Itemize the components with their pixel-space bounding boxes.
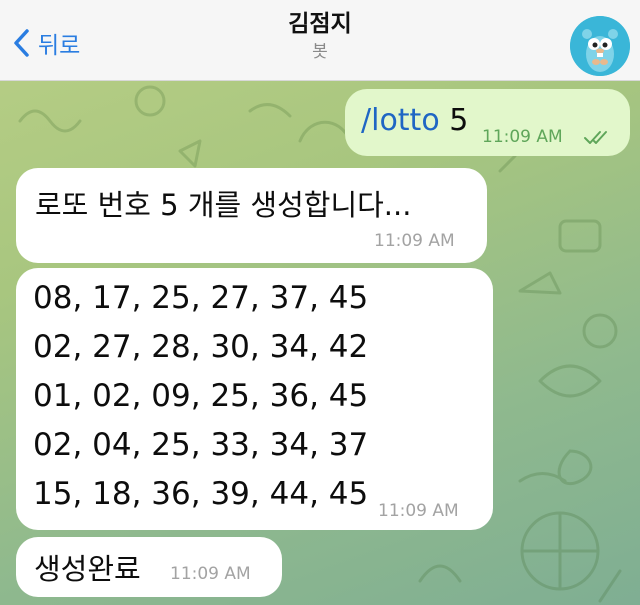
message-time: 11:09 AM (378, 501, 459, 521)
message-time: 11:09 AM (374, 231, 455, 251)
lotto-numbers-line: 08, 17, 25, 27, 37, 45 (33, 280, 369, 316)
done-message-text: 생성완료 (34, 552, 141, 586)
chat-header: 뒤로 김점지 봇 (0, 0, 640, 81)
incoming-message-bubble[interactable]: 생성완료 11:09 AM (16, 537, 282, 597)
double-check-icon (584, 131, 607, 144)
chat-subtitle: 봇 (312, 42, 328, 62)
gopher-avatar-icon (570, 16, 630, 76)
command-argument: 5 (439, 103, 469, 138)
lotto-numbers-line: 15, 18, 36, 39, 44, 45 (33, 476, 369, 512)
lotto-numbers-line: 01, 02, 09, 25, 36, 45 (33, 378, 369, 414)
incoming-message-bubble[interactable]: 08, 17, 25, 27, 37, 45 02, 27, 28, 30, 3… (16, 268, 493, 530)
chat-title-area[interactable]: 김점지 봇 (170, 8, 470, 64)
chat-screen: 뒤로 김점지 봇 /lotto 5 11:09 AM 로또 번호 5 개를 생성… (0, 0, 640, 605)
chat-title: 김점지 (288, 11, 352, 37)
message-time: 11:09 AM (170, 564, 251, 584)
back-label: 뒤로 (38, 33, 81, 59)
generating-message-text: 로또 번호 5 개를 생성합니다... (35, 188, 412, 222)
message-time: 11:09 AM (482, 127, 563, 147)
incoming-message-bubble[interactable]: 로또 번호 5 개를 생성합니다... 11:09 AM (16, 168, 487, 263)
chevron-left-icon (14, 29, 29, 57)
back-button[interactable]: 뒤로 (12, 26, 80, 60)
lotto-numbers-line: 02, 27, 28, 30, 34, 42 (33, 329, 369, 365)
lotto-numbers-line: 02, 04, 25, 33, 34, 37 (33, 427, 369, 463)
outgoing-message-text: /lotto 5 (361, 103, 468, 138)
outgoing-message-bubble[interactable]: /lotto 5 11:09 AM (345, 89, 630, 156)
avatar[interactable] (570, 16, 630, 76)
command-link[interactable]: /lotto (361, 103, 440, 138)
